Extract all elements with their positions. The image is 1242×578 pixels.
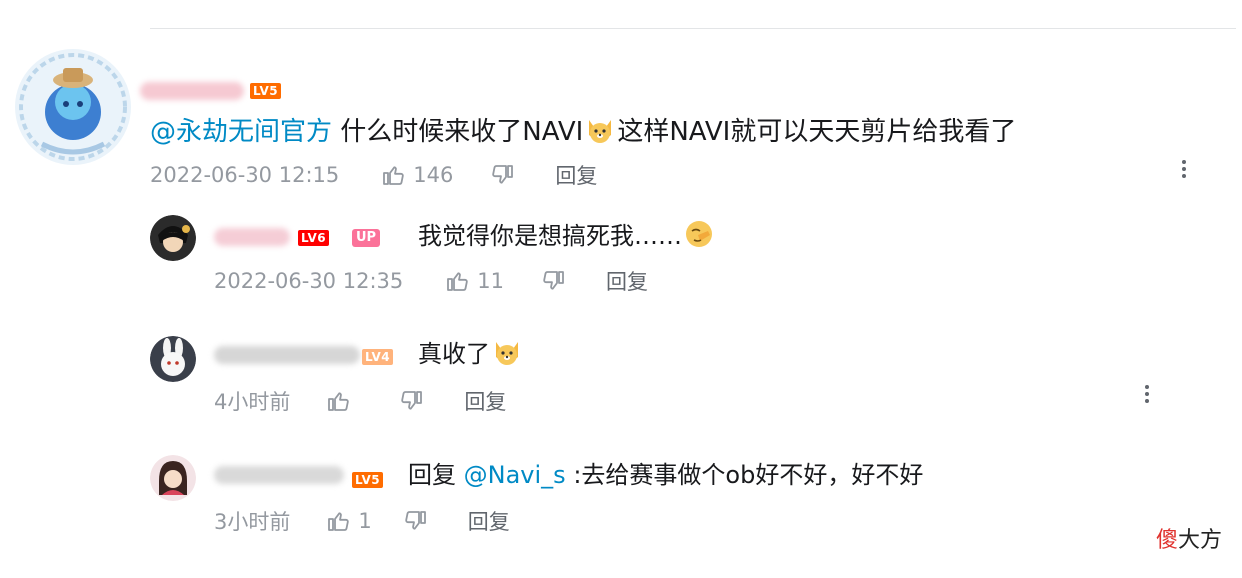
reply-button[interactable]: 回复: [606, 266, 648, 296]
thumb-up-icon[interactable]: [326, 389, 350, 413]
like-count: 11: [477, 269, 504, 293]
thumb-down-icon[interactable]: [542, 269, 566, 293]
more-options-icon[interactable]: [1181, 158, 1187, 180]
dog-emoji-icon: [585, 115, 615, 145]
reply-button[interactable]: 回复: [555, 160, 597, 190]
username-blurred[interactable]: [214, 228, 290, 246]
reply-text-part: :去给赛事做个ob好不好，好不好: [565, 461, 924, 489]
watermark-first-char: 傻: [1155, 528, 1178, 553]
facepalm-emoji-icon: [684, 219, 714, 249]
reply-prefix: 回复: [408, 461, 464, 489]
reply-text-part: 真收了: [418, 340, 490, 368]
thumb-down-icon[interactable]: [400, 389, 424, 413]
watermark-rest: 大方: [1177, 528, 1222, 553]
dog-emoji-icon: [492, 337, 522, 367]
timestamp: 4小时前: [214, 390, 291, 414]
avatar[interactable]: [150, 455, 196, 501]
level-badge: LV6: [298, 230, 330, 246]
reply-text: 我觉得你是想搞死我……: [418, 219, 716, 253]
watermark: 傻大方: [1156, 522, 1222, 554]
thumb-up-icon[interactable]: [445, 269, 469, 293]
timestamp: 2022-06-30 12:15: [150, 163, 340, 187]
timestamp: 2022-06-30 12:35: [214, 269, 404, 293]
reply-button[interactable]: 回复: [464, 386, 506, 416]
username-blurred[interactable]: [140, 82, 244, 100]
avatar[interactable]: [150, 336, 196, 382]
level-badge: LV4: [362, 349, 394, 365]
reply-text-part: 我觉得你是想搞死我……: [418, 222, 682, 250]
thumb-up-icon[interactable]: [381, 163, 405, 187]
avatar[interactable]: [14, 48, 132, 166]
reply-meta: 4小时前 回复: [214, 386, 506, 416]
comment-meta: 2022-06-30 12:15 146 回复: [150, 160, 597, 190]
level-badge: LV5: [352, 472, 384, 488]
more-options-icon[interactable]: [1144, 383, 1150, 405]
level-badge: LV5: [250, 83, 282, 99]
thumb-down-icon[interactable]: [404, 509, 428, 533]
top-divider: [150, 28, 1236, 29]
mention-link[interactable]: @Navi_s: [464, 461, 566, 489]
comment-text-part: 这样NAVI就可以天天剪片给我看了: [617, 117, 1017, 147]
reply-text: 回复 @Navi_s :去给赛事做个ob好不好，好不好: [408, 458, 923, 492]
thumb-down-icon[interactable]: [491, 163, 515, 187]
mention-link[interactable]: @永劫无间官方: [150, 117, 332, 147]
comment-text: @永劫无间官方 什么时候来收了NAVI 这样NAVI就可以天天剪片给我看了: [150, 115, 1016, 149]
reply-meta: 3小时前 1 回复: [214, 506, 510, 536]
reply-meta: 2022-06-30 12:35 11 回复: [214, 266, 648, 296]
comment-text-part: 什么时候来收了NAVI: [332, 117, 584, 147]
username-blurred[interactable]: [214, 346, 360, 364]
username-blurred[interactable]: [214, 466, 344, 484]
reply-button[interactable]: 回复: [468, 506, 510, 536]
timestamp: 3小时前: [214, 510, 291, 534]
avatar[interactable]: [150, 215, 196, 261]
up-badge: UP: [352, 229, 381, 247]
like-count: 1: [358, 509, 372, 533]
reply-text: 真收了: [418, 337, 524, 371]
thumb-up-icon[interactable]: [326, 509, 350, 533]
like-count: 146: [413, 163, 454, 187]
